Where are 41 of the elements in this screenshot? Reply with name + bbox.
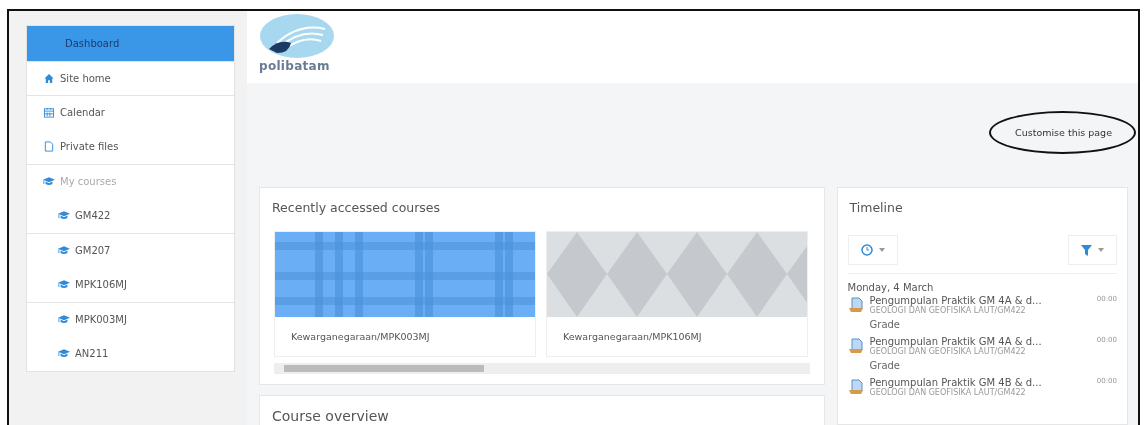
sidebar-item[interactable]: Dashboard: [27, 26, 234, 61]
sidebar-item[interactable]: Private files: [27, 129, 234, 164]
horizontal-scrollbar[interactable]: [274, 363, 810, 374]
grade-link[interactable]: Grade: [869, 360, 1117, 371]
assignment-icon: [847, 297, 864, 313]
date-heading: Monday, 4 March: [847, 282, 935, 293]
graduation-cap-icon: [58, 245, 70, 257]
graduation-cap-icon: [58, 314, 70, 326]
card-title: Course overview: [271, 407, 390, 425]
calendar-icon: [43, 107, 55, 119]
course-name: Kewarganegaraan/MPK106MJ: [562, 330, 703, 344]
sidebar-item[interactable]: Calendar: [27, 95, 234, 130]
event-link[interactable]: Pengumpulan Praktik GM 4B & d...: [869, 377, 1042, 388]
event-link[interactable]: Pengumpulan Praktik GM 4A & d...: [869, 295, 1042, 306]
graduation-cap-icon: [58, 348, 70, 360]
grade-link[interactable]: Grade: [869, 319, 1117, 330]
customise-button[interactable]: Customise this page: [1003, 119, 1124, 146]
event-course: GEOLOGI DAN GEOFISIKA LAUT/GM422: [869, 347, 1027, 356]
sort-dropdown[interactable]: [847, 235, 898, 265]
graduation-cap-icon: [58, 210, 70, 222]
clock-icon: [860, 244, 873, 256]
course-name: Kewarganegaraan/MPK003MJ: [290, 330, 431, 344]
file-icon: [43, 141, 55, 153]
assignment-icon: [847, 338, 864, 354]
course-card[interactable]: Kewarganegaraan/MPK106MJ: [546, 231, 808, 357]
event-course: GEOLOGI DAN GEOFISIKA LAUT/GM422: [869, 306, 1027, 315]
sidebar-item[interactable]: Site home: [27, 60, 234, 95]
logo-text: polibatam: [259, 59, 330, 73]
card-title: Timeline: [848, 199, 904, 217]
card-title: Recently accessed courses: [271, 199, 442, 217]
filter-icon: [1081, 244, 1092, 256]
graduation-cap-icon: [43, 176, 55, 188]
event-link[interactable]: Pengumpulan Praktik GM 4A & d...: [869, 336, 1042, 347]
event-course: GEOLOGI DAN GEOFISIKA LAUT/GM422: [869, 388, 1027, 397]
caret-icon: [878, 248, 885, 252]
filter-dropdown[interactable]: [1068, 235, 1117, 265]
graduation-cap-icon: [58, 279, 70, 291]
caret-icon: [1098, 248, 1104, 252]
course-card[interactable]: Kewarganegaraan/MPK003MJ: [274, 231, 536, 357]
home-icon: [43, 72, 55, 84]
assignment-icon: [847, 379, 864, 395]
